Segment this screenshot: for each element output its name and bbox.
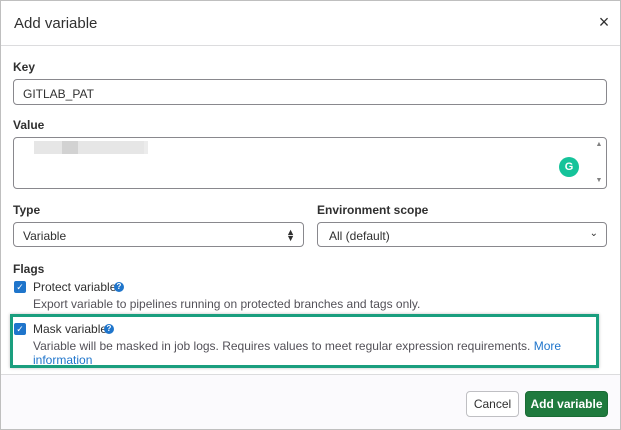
value-textarea[interactable]: ▲ ▼ G — [13, 137, 607, 189]
close-icon[interactable]: × — [595, 13, 613, 32]
masked-value-blur — [78, 141, 144, 154]
mask-variable-description: Variable will be masked in job logs. Req… — [33, 339, 620, 367]
protect-variable-description: Export variable to pipelines running on … — [33, 297, 421, 311]
key-label: Key — [13, 60, 36, 74]
chevron-down-icon: ⌄ — [589, 228, 598, 239]
add-variable-button[interactable]: Add variable — [525, 391, 608, 417]
key-input-value: GITLAB_PAT — [23, 87, 94, 101]
value-label: Value — [13, 118, 45, 132]
grammarly-icon[interactable]: G — [559, 157, 579, 177]
protect-variable-checkbox[interactable]: ✓ — [14, 281, 26, 293]
masked-value-blur — [62, 141, 78, 154]
add-variable-modal: Add variable × Key GITLAB_PAT Value ▲ ▼ … — [0, 0, 621, 430]
chevron-updown-icon: ▲ ▼ — [286, 227, 295, 243]
key-input[interactable]: GITLAB_PAT — [13, 79, 607, 105]
protect-variable-label[interactable]: Protect variable — [33, 280, 116, 294]
masked-value-blur — [144, 141, 148, 154]
check-icon: ✓ — [16, 282, 24, 292]
mask-variable-label[interactable]: Mask variable — [33, 322, 107, 336]
type-label: Type — [13, 203, 41, 217]
modal-footer: Cancel Add variable — [1, 374, 620, 429]
flags-label: Flags — [13, 262, 45, 276]
environment-scope-dropdown[interactable]: All (default) ⌄ — [317, 222, 607, 247]
modal-header: Add variable × — [1, 1, 620, 46]
masked-value-blur — [34, 141, 62, 154]
cancel-button[interactable]: Cancel — [466, 391, 519, 417]
scroll-up-icon[interactable]: ▲ — [595, 141, 603, 148]
environment-scope-value: All (default) — [329, 229, 390, 243]
type-select[interactable]: Variable ▲ ▼ — [13, 222, 304, 247]
check-icon: ✓ — [16, 324, 24, 334]
mask-variable-description-text: Variable will be masked in job logs. Req… — [33, 339, 531, 353]
question-circle-icon[interactable]: ? — [104, 324, 114, 334]
environment-scope-label: Environment scope — [317, 203, 429, 217]
question-circle-icon[interactable]: ? — [114, 282, 124, 292]
scroll-down-icon[interactable]: ▼ — [595, 177, 603, 184]
mask-variable-checkbox[interactable]: ✓ — [14, 323, 26, 335]
modal-title: Add variable — [14, 15, 98, 32]
type-select-value: Variable — [23, 229, 67, 243]
